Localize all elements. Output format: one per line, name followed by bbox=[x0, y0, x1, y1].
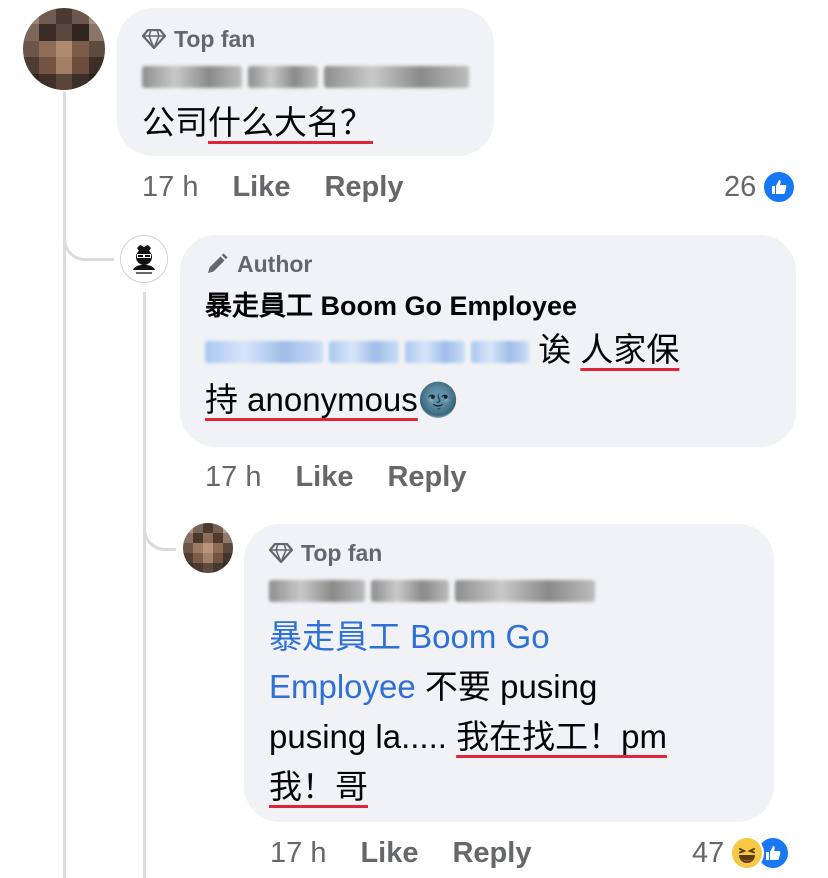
badge-label: Author bbox=[237, 250, 313, 277]
badge-label: Top fan bbox=[174, 25, 256, 52]
avatar[interactable] bbox=[183, 523, 233, 573]
like-button[interactable]: Like bbox=[232, 171, 290, 204]
mention-link[interactable] bbox=[205, 337, 529, 367]
top-fan-badge: Top fan bbox=[142, 24, 469, 54]
author-badge: Author bbox=[205, 249, 771, 279]
timestamp[interactable]: 17 h bbox=[142, 171, 198, 204]
author-comment-bubble: Author 暴走員工 Boom Go Employee 诶 人家保 持 ano… bbox=[180, 235, 796, 447]
like-button[interactable]: Like bbox=[360, 837, 418, 870]
comment-actions: 17 h Like Reply bbox=[205, 457, 500, 497]
mention-link-cont[interactable]: Employee bbox=[269, 668, 416, 705]
reaction-count: 47 bbox=[692, 836, 725, 869]
avatar[interactable] bbox=[23, 8, 105, 90]
badge-label: Top fan bbox=[301, 539, 383, 566]
thread-curve-2 bbox=[143, 490, 176, 551]
author-name[interactable] bbox=[142, 62, 469, 92]
reaction-summary[interactable]: 47 bbox=[692, 833, 791, 873]
comment-actions: 17 h Like Reply bbox=[270, 833, 565, 873]
reaction-count: 26 bbox=[724, 170, 757, 203]
comment-thread: Top fan 公司什么大名？ 17 h Like Reply 26 Autho… bbox=[0, 0, 828, 878]
author-name[interactable] bbox=[269, 576, 749, 606]
reply-button[interactable]: Reply bbox=[452, 837, 531, 870]
author-name[interactable]: 暴走員工 Boom Go Employee bbox=[205, 289, 771, 323]
top-fan-badge: Top fan bbox=[269, 538, 749, 568]
author-avatar[interactable] bbox=[120, 235, 168, 283]
like-icon bbox=[762, 170, 797, 204]
thread-curve-1 bbox=[63, 200, 114, 261]
reply-comment-bubble: Top fan 暴走員工 Boom Go Employee 不要 pusing … bbox=[244, 524, 774, 822]
comment-text: 诶 人家保 持 anonymous🌚 bbox=[205, 331, 680, 418]
haha-icon bbox=[730, 836, 765, 870]
comment-text: 公司什么大名？ bbox=[142, 104, 373, 141]
reaction-summary[interactable]: 26 bbox=[724, 167, 797, 207]
mention-link[interactable]: 暴走員工 Boom Go bbox=[269, 618, 550, 655]
pencil-icon bbox=[205, 252, 229, 276]
thread-line-reply bbox=[143, 292, 146, 878]
reply-button[interactable]: Reply bbox=[387, 461, 466, 494]
like-button[interactable]: Like bbox=[295, 461, 353, 494]
diamond-icon bbox=[142, 29, 166, 49]
diamond-icon bbox=[269, 543, 293, 563]
reply-button[interactable]: Reply bbox=[324, 171, 403, 204]
comment-actions: 17 h Like Reply bbox=[142, 167, 437, 207]
comment-text: 暴走員工 Boom Go Employee 不要 pusing pusing l… bbox=[269, 618, 667, 805]
timestamp[interactable]: 17 h bbox=[205, 461, 261, 494]
new-moon-face-icon: 🌚 bbox=[417, 381, 459, 418]
timestamp[interactable]: 17 h bbox=[270, 837, 326, 870]
comment-bubble: Top fan 公司什么大名？ bbox=[117, 8, 494, 156]
